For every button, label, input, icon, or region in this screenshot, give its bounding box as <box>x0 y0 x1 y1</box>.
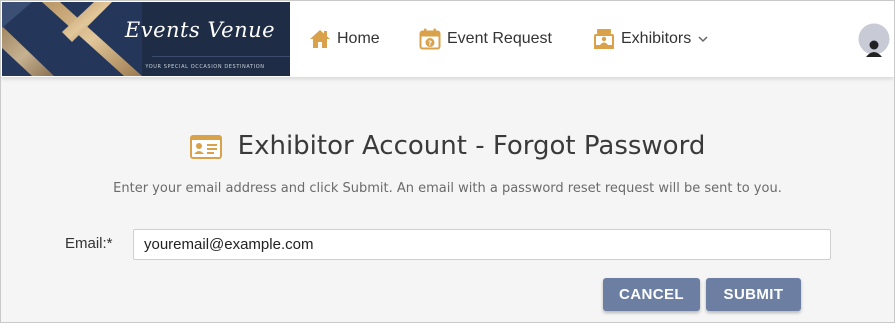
email-field[interactable] <box>133 229 831 260</box>
logo-script-text: Events Venue <box>124 18 276 42</box>
app-window: Events Venue YOUR SPECIAL OCCASION DESTI… <box>0 0 895 323</box>
nav-event-request[interactable]: ? Event Request <box>419 25 552 53</box>
instructions-text: Enter your email address and click Submi… <box>113 181 782 196</box>
nav-home[interactable]: Home <box>309 25 380 53</box>
top-navbar: Events Venue YOUR SPECIAL OCCASION DESTI… <box>1 1 894 77</box>
home-icon <box>309 29 331 49</box>
page-title: Exhibitor Account - Forgot Password <box>237 131 706 161</box>
page-title-row: Exhibitor Account - Forgot Password <box>1 131 894 161</box>
cancel-button[interactable]: CANCEL <box>603 278 700 311</box>
submit-button[interactable]: SUBMIT <box>706 278 801 311</box>
email-label: Email:* <box>65 235 113 252</box>
logo-tagline: YOUR SPECIAL OCCASION DESTINATION <box>145 64 265 70</box>
nav-exhibitors-label: Exhibitors <box>621 30 692 47</box>
calendar-question-icon: ? <box>419 28 441 50</box>
venue-logo[interactable]: Events Venue YOUR SPECIAL OCCASION DESTI… <box>2 2 290 76</box>
chevron-down-icon <box>698 35 708 43</box>
nav-exhibitors-dropdown[interactable]: Exhibitors <box>593 25 708 53</box>
exhibitor-booth-icon <box>593 28 615 50</box>
id-card-icon <box>189 135 222 159</box>
svg-text:?: ? <box>428 40 432 48</box>
user-avatar-icon[interactable] <box>858 23 890 57</box>
nav-event-request-label: Event Request <box>447 30 552 47</box>
nav-home-label: Home <box>337 30 380 47</box>
